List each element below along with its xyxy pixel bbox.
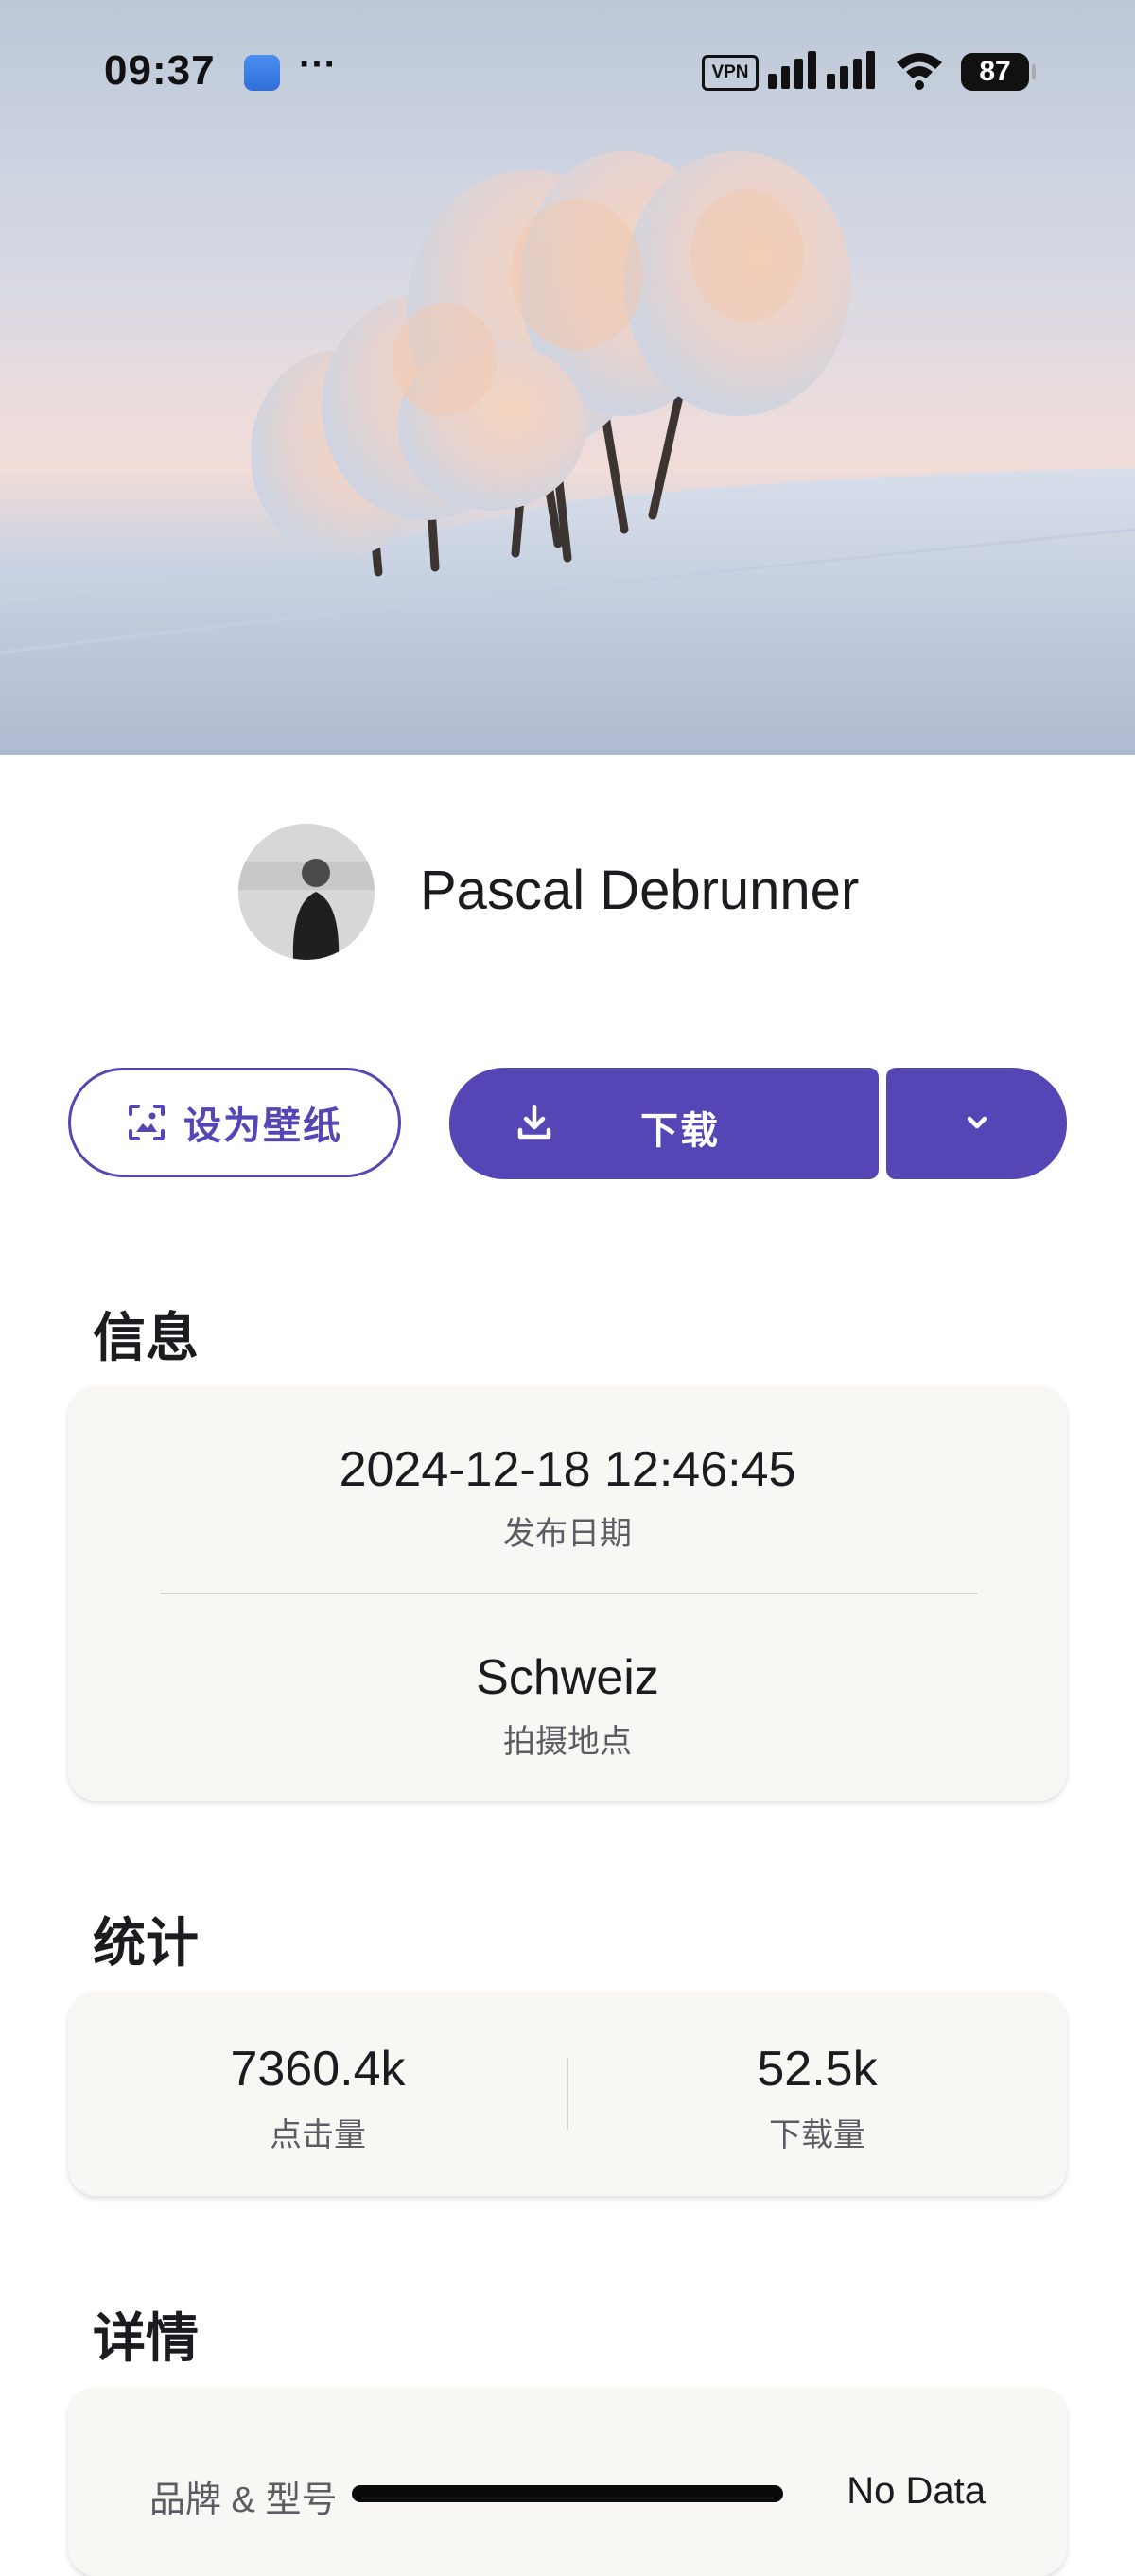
download-button[interactable]: 下载 (449, 1068, 879, 1179)
chevron-down-icon (967, 1116, 987, 1129)
stats-section-title: 统计 (93, 1913, 199, 1973)
stats-card: 7360.4k 点击量 52.5k 下载量 (68, 1992, 1067, 2196)
vpn-icon: VPN (702, 55, 759, 91)
published-date-value: 2024-12-18 12:46:45 (339, 1442, 796, 1497)
published-date-label: 发布日期 (503, 1516, 632, 1552)
views-count: 7360.4k (230, 2042, 406, 2097)
author-avatar[interactable] (238, 824, 375, 960)
location-label: 拍摄地点 (503, 1724, 632, 1760)
set-wallpaper-label: 设为壁纸 (183, 1105, 342, 1147)
more-notifications-icon: ··· (299, 44, 337, 85)
home-indicator[interactable] (352, 2485, 783, 2502)
wifi-icon (897, 53, 942, 90)
hero-photo[interactable]: 09:37 ··· VPN 87 (0, 0, 1135, 755)
views-label: 点击量 (270, 2117, 366, 2153)
battery-icon: 87 (961, 53, 1029, 91)
avatar-person-icon (238, 824, 375, 960)
info-card: 2024-12-18 12:46:45 发布日期 Schweiz 拍摄地点 (68, 1386, 1067, 1801)
download-options-button[interactable] (886, 1068, 1067, 1179)
photos-app-icon (244, 55, 280, 91)
info-section-title: 信息 (93, 1308, 199, 1367)
signal-strength-icon (768, 51, 875, 89)
detail-value-brand-model: No Data (847, 2470, 986, 2512)
set-wallpaper-button[interactable]: 设为壁纸 (68, 1068, 401, 1177)
download-label: 下载 (640, 1110, 720, 1152)
wallpaper-icon (129, 1105, 165, 1140)
battery-tip (1032, 64, 1036, 79)
details-section-title: 详情 (93, 2308, 199, 2368)
location-value: Schweiz (476, 1650, 659, 1705)
status-time: 09:37 (104, 47, 216, 94)
detail-key-brand-model: 品牌 & 型号 (149, 2480, 338, 2520)
status-bar: 09:37 ··· VPN 87 (0, 0, 1135, 142)
downloads-count: 52.5k (757, 2042, 878, 2097)
info-divider (160, 1593, 977, 1594)
downloads-label: 下载量 (769, 2117, 865, 2153)
author-name[interactable]: Pascal Debrunner (420, 859, 859, 922)
details-card: 品牌 & 型号 No Data (68, 2387, 1067, 2576)
